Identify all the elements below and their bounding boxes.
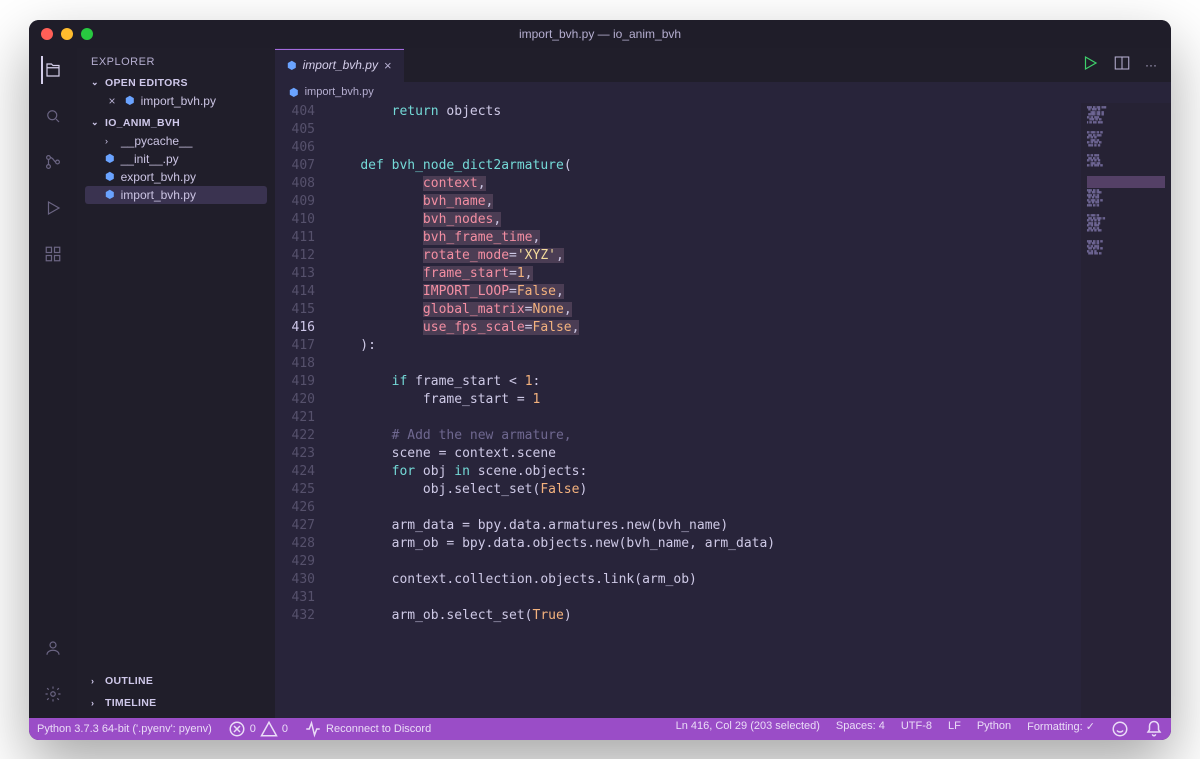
status-feedback-icon[interactable]	[1103, 720, 1137, 738]
python-file-icon: ⬢	[105, 152, 115, 165]
file-import[interactable]: ⬢import_bvh.py	[85, 186, 267, 204]
split-editor-icon[interactable]	[1113, 54, 1131, 75]
status-bell-icon[interactable]	[1137, 720, 1171, 738]
status-language[interactable]: Python	[969, 720, 1019, 732]
workspace-section[interactable]: ⌄IO_ANIM_BVH	[85, 114, 267, 132]
run-file-icon[interactable]	[1081, 54, 1099, 75]
account-icon[interactable]	[41, 636, 65, 660]
close-editor-icon[interactable]: ×	[105, 94, 119, 108]
status-discord[interactable]: Reconnect to Discord	[296, 718, 439, 740]
minimap[interactable]: ████ ██ ███ ████ ██ ████ ██ ████ ███ ██ …	[1081, 103, 1171, 718]
code-editor[interactable]: 404 return objects 405 406 407 def bvh_n…	[275, 103, 1081, 718]
status-eol[interactable]: LF	[940, 720, 969, 732]
main-body: EXPLORER ⌄OPEN EDITORS × ⬢ import_bvh.py…	[29, 48, 1171, 718]
sidebar-title: EXPLORER	[77, 48, 275, 72]
status-indent[interactable]: Spaces: 4	[828, 720, 893, 732]
outline-section[interactable]: ›OUTLINE	[85, 672, 267, 690]
search-icon[interactable]	[41, 104, 65, 128]
source-control-icon[interactable]	[41, 150, 65, 174]
tab-import-bvh[interactable]: ⬢ import_bvh.py ×	[275, 48, 404, 82]
code-area[interactable]: 404 return objects 405 406 407 def bvh_n…	[275, 103, 1171, 718]
file-init[interactable]: ⬢__init__.py	[85, 150, 267, 168]
python-file-icon: ⬢	[287, 59, 297, 72]
sidebar: EXPLORER ⌄OPEN EDITORS × ⬢ import_bvh.py…	[77, 48, 275, 718]
file-export[interactable]: ⬢export_bvh.py	[85, 168, 267, 186]
timeline-section[interactable]: ›TIMELINE	[85, 694, 267, 712]
titlebar: import_bvh.py — io_anim_bvh	[29, 20, 1171, 48]
more-actions-icon[interactable]: ···	[1145, 58, 1157, 72]
folder-pycache[interactable]: ›__pycache__	[85, 132, 267, 150]
extensions-icon[interactable]	[41, 242, 65, 266]
open-editors-section[interactable]: ⌄OPEN EDITORS	[85, 74, 267, 92]
python-file-icon: ⬢	[289, 86, 299, 99]
status-problems[interactable]: 0 0	[220, 718, 296, 740]
tab-bar: ⬢ import_bvh.py × ···	[275, 48, 1171, 82]
close-tab-icon[interactable]: ×	[384, 58, 392, 73]
status-cursor-position[interactable]: Ln 416, Col 29 (203 selected)	[668, 720, 828, 732]
breadcrumb[interactable]: ⬢ import_bvh.py	[275, 82, 1171, 103]
python-file-icon: ⬢	[105, 188, 115, 201]
editor-group: ⬢ import_bvh.py × ··· ⬢ import_bvh.py 40…	[275, 48, 1171, 718]
open-editor-item[interactable]: × ⬢ import_bvh.py	[85, 92, 267, 110]
run-debug-icon[interactable]	[41, 196, 65, 220]
python-file-icon: ⬢	[125, 94, 135, 107]
explorer-icon[interactable]	[41, 58, 65, 82]
status-bar: Python 3.7.3 64-bit ('.pyenv': pyenv) 0 …	[29, 718, 1171, 740]
status-encoding[interactable]: UTF-8	[893, 720, 940, 732]
settings-gear-icon[interactable]	[41, 682, 65, 706]
window-title: import_bvh.py — io_anim_bvh	[29, 27, 1171, 41]
status-formatting[interactable]: Formatting: ✓	[1019, 720, 1103, 733]
activity-bar	[29, 48, 77, 718]
status-python-env[interactable]: Python 3.7.3 64-bit ('.pyenv': pyenv)	[29, 718, 220, 740]
vscode-window: import_bvh.py — io_anim_bvh	[29, 20, 1171, 740]
python-file-icon: ⬢	[105, 170, 115, 183]
